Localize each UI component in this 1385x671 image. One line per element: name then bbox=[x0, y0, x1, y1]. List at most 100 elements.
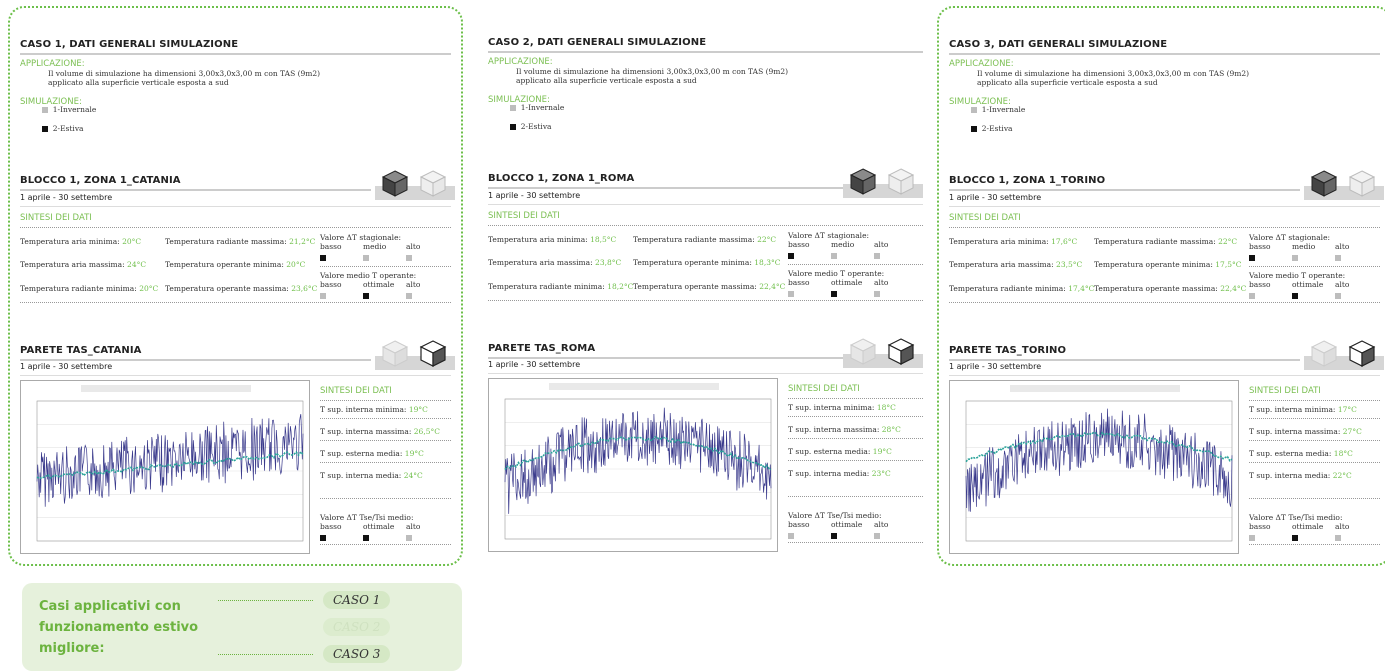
dt-tse-label: Valore ΔT Tse/Tsi medio: bbox=[1249, 513, 1343, 522]
t-op-medio-marks bbox=[1249, 291, 1384, 300]
sintesi-parete-label: SINTESI DEI DATI bbox=[1249, 386, 1321, 396]
temperature-chart bbox=[488, 378, 778, 552]
tsup-int-med: T sup. interna media: 24°C bbox=[320, 471, 423, 480]
t-aria-min: Temperatura aria minima: 18,5°C bbox=[488, 235, 617, 244]
t-op-medio-label: Valore medio T operante: bbox=[788, 269, 885, 278]
cube-faded-icon bbox=[849, 338, 877, 365]
t-op-min: Temperatura operante minima: 17,5°C bbox=[1094, 260, 1242, 269]
dotted-divider bbox=[1249, 418, 1380, 419]
dotted-divider bbox=[1249, 544, 1380, 545]
temperature-chart-svg bbox=[36, 385, 304, 542]
t-op-medio-scale: basso ottimale alto bbox=[1249, 280, 1350, 289]
applicazione-text: Il volume di simulazione ha dimensioni 3… bbox=[516, 67, 789, 85]
t-rad-max: Temperatura radiante massima: 22°C bbox=[633, 235, 777, 244]
gray-square-icon bbox=[1335, 293, 1341, 299]
cube-solid-icon bbox=[381, 170, 409, 197]
chart-header-strip bbox=[549, 383, 719, 390]
case-title: CASO 2, DATI GENERALI SIMULAZIONE bbox=[488, 37, 707, 48]
divider bbox=[488, 204, 923, 205]
t-op-max: Temperatura operante massima: 22,4°C bbox=[633, 282, 786, 291]
dotted-divider bbox=[788, 496, 923, 497]
dotted-divider bbox=[320, 498, 451, 499]
dotted-divider bbox=[1249, 440, 1380, 441]
t-rad-min: Temperatura radiante minima: 18,2°C bbox=[488, 282, 634, 291]
dt-stagionale-scale: basso medio alto bbox=[788, 240, 889, 249]
gray-square-icon bbox=[406, 293, 412, 299]
tsup-int-max: T sup. interna massima: 26,5°C bbox=[320, 427, 440, 436]
sintesi-parete-label: SINTESI DEI DATI bbox=[320, 386, 392, 396]
blocco-title: BLOCCO 1, ZONA 1_TORINO bbox=[949, 175, 1106, 186]
legend-title-line: migliore: bbox=[39, 641, 105, 656]
dt-tse-marks bbox=[788, 531, 923, 540]
gray-square-icon bbox=[874, 253, 880, 259]
divider bbox=[20, 359, 371, 361]
dotted-divider bbox=[1249, 400, 1380, 401]
sim-option-invernale: 1-Invernale bbox=[42, 105, 96, 114]
dotted-divider bbox=[949, 302, 1380, 303]
divider bbox=[20, 189, 371, 191]
t-op-medio-scale: basso ottimale alto bbox=[320, 280, 421, 289]
t-op-medio-label: Valore medio T operante: bbox=[1249, 271, 1346, 280]
dt-tse-scale: basso ottimale alto bbox=[788, 520, 889, 529]
chart-series-line bbox=[504, 407, 772, 514]
dotted-divider bbox=[20, 302, 451, 303]
temperature-chart-svg bbox=[504, 383, 772, 540]
legend-item-caso-3: CASO 3 bbox=[218, 645, 391, 663]
legend-item-label: CASO 3 bbox=[323, 645, 391, 663]
cube-face-highlight-icon bbox=[419, 340, 447, 367]
divider bbox=[488, 51, 923, 53]
dotted-divider bbox=[1249, 462, 1380, 463]
case-title: CASO 3, DATI GENERALI SIMULAZIONE bbox=[949, 39, 1168, 50]
black-square-icon bbox=[1292, 535, 1298, 541]
applicazione-label: APPLICAZIONE: bbox=[20, 59, 85, 69]
gray-square-icon bbox=[788, 291, 794, 297]
t-aria-max: Temperatura aria massima: 23,5°C bbox=[949, 260, 1083, 269]
legend-item-label: CASO 2 bbox=[323, 618, 391, 636]
cube-wire-icon bbox=[887, 168, 915, 195]
case-panel: CASO 1, DATI GENERALI SIMULAZIONE APPLIC… bbox=[8, 6, 463, 566]
gray-square-icon bbox=[1335, 535, 1341, 541]
dotted-divider bbox=[788, 264, 923, 265]
t-aria-max: Temperatura aria massima: 23,8°C bbox=[488, 258, 622, 267]
dt-tse-label: Valore ΔT Tse/Tsi medio: bbox=[788, 511, 882, 520]
sim-option-estiva: 2-Estiva bbox=[42, 124, 84, 133]
black-square-icon bbox=[320, 255, 326, 261]
gray-square-icon bbox=[874, 291, 880, 297]
t-rad-max: Temperatura radiante massima: 22°C bbox=[1094, 237, 1238, 246]
parete-title: PARETE TAS_TORINO bbox=[949, 345, 1067, 356]
gray-square-icon bbox=[874, 533, 880, 539]
t-op-medio-label: Valore medio T operante: bbox=[320, 271, 417, 280]
gray-square-icon bbox=[320, 293, 326, 299]
gray-square-icon bbox=[42, 107, 48, 113]
gray-square-icon bbox=[1292, 255, 1298, 261]
dotted-arrow-icon bbox=[218, 600, 313, 601]
chart-header-strip bbox=[81, 385, 251, 392]
gray-square-icon bbox=[406, 255, 412, 261]
dt-tse-marks bbox=[320, 533, 455, 542]
dotted-divider bbox=[1249, 498, 1380, 499]
sintesi-label: SINTESI DEI DATI bbox=[949, 213, 1021, 223]
parete-period-text: 1 aprile - 30 settembre bbox=[20, 362, 113, 371]
period-text: 1 aprile - 30 settembre bbox=[488, 191, 581, 200]
dt-stagionale-marks bbox=[320, 253, 455, 262]
black-square-icon bbox=[831, 533, 837, 539]
tsup-int-med: T sup. interna media: 23°C bbox=[788, 469, 891, 478]
applicazione-text: Il volume di simulazione ha dimensioni 3… bbox=[48, 69, 321, 87]
divider bbox=[20, 375, 451, 376]
cube-wire-icon bbox=[419, 170, 447, 197]
chart-header-strip bbox=[1010, 385, 1180, 392]
tsup-int-max: T sup. interna massima: 27°C bbox=[1249, 427, 1362, 436]
blocco-title: BLOCCO 1, ZONA 1_ROMA bbox=[488, 173, 635, 184]
temperature-chart bbox=[20, 380, 310, 554]
chart-series-line bbox=[36, 414, 304, 507]
sintesi-parete-label: SINTESI DEI DATI bbox=[788, 384, 860, 394]
tsup-est-med: T sup. esterna media: 19°C bbox=[320, 449, 424, 458]
dotted-divider bbox=[788, 438, 923, 439]
black-square-icon bbox=[788, 253, 794, 259]
t-op-min: Temperatura operante minima: 20°C bbox=[165, 260, 306, 269]
sintesi-label: SINTESI DEI DATI bbox=[488, 211, 560, 221]
dt-stagionale-scale: basso medio alto bbox=[1249, 242, 1350, 251]
dt-tse-label: Valore ΔT Tse/Tsi medio: bbox=[320, 513, 414, 522]
t-op-max: Temperatura operante massima: 22,4°C bbox=[1094, 284, 1247, 293]
legend-item-label: CASO 1 bbox=[323, 591, 391, 609]
